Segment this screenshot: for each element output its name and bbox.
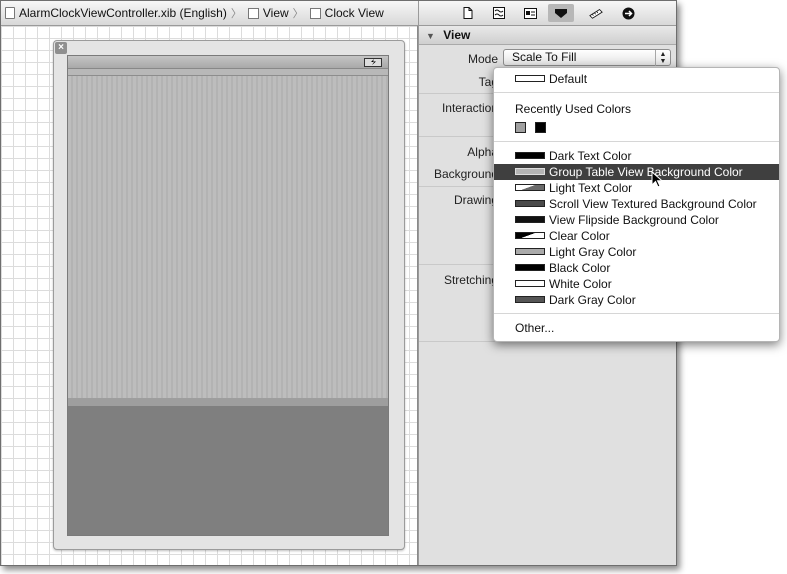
color-swatch: [515, 75, 545, 82]
menu-item-label: Light Gray Color: [549, 245, 637, 259]
menu-item-label: Dark Text Color: [549, 149, 632, 163]
drawing-label: Drawing: [453, 193, 498, 207]
battery-icon: [364, 58, 382, 67]
pinstripe-background: [68, 76, 388, 398]
bottom-area: [68, 406, 388, 535]
select-arrows-icon: ▲ ▼: [655, 50, 670, 66]
view-icon: [309, 7, 321, 19]
color-swatch: [515, 216, 545, 223]
section-header-view[interactable]: ▼ View: [419, 26, 676, 45]
jump-bar: AlarmClockViewController.xib (English) 〉…: [1, 1, 418, 26]
mode-value: Scale To Fill: [512, 50, 577, 64]
recent-color-swatch-black[interactable]: [535, 122, 546, 133]
recent-colors-heading: Recently Used Colors: [515, 102, 632, 116]
background-color-menu: Default Recently Used Colors Dark Text C…: [493, 67, 780, 342]
status-bar: [68, 56, 388, 69]
menu-item-label: Black Color: [549, 261, 611, 275]
breadcrumb-item-clock-view[interactable]: Clock View: [306, 1, 386, 26]
interaction-label: Interaction: [441, 101, 498, 115]
color-swatch: [515, 168, 545, 175]
breadcrumb-separator: 〉: [292, 8, 304, 20]
color-swatch: [515, 152, 545, 159]
color-swatch: [515, 184, 545, 191]
size-inspector-icon[interactable]: [589, 6, 603, 20]
menu-item-default[interactable]: Default: [494, 71, 779, 87]
close-icon[interactable]: ×: [55, 42, 67, 54]
color-swatch: [515, 280, 545, 287]
identity-inspector-icon[interactable]: [523, 6, 537, 20]
menu-item-other[interactable]: Other...: [515, 321, 554, 335]
recent-color-swatch-gray[interactable]: [515, 122, 526, 133]
breadcrumb-label: View: [262, 6, 289, 20]
menu-item-group-table-view-background-color[interactable]: Group Table View Background Color: [494, 164, 779, 180]
mouse-cursor-icon: [651, 171, 664, 188]
color-swatch: [515, 248, 545, 255]
breadcrumb-item-view[interactable]: View: [244, 1, 291, 26]
menu-item-view-flipside-background-color[interactable]: View Flipside Background Color: [494, 212, 779, 228]
menu-item-black-color[interactable]: Black Color: [494, 260, 779, 276]
menu-item-dark-text-color[interactable]: Dark Text Color: [494, 148, 779, 164]
menu-item-dark-gray-color[interactable]: Dark Gray Color: [494, 292, 779, 308]
color-swatch: [515, 264, 545, 271]
file-inspector-icon[interactable]: [461, 6, 475, 20]
menu-item-light-text-color[interactable]: Light Text Color: [494, 180, 779, 196]
menu-item-label: Light Text Color: [549, 181, 633, 195]
clock-view-screen[interactable]: [67, 55, 389, 536]
menu-separator: [494, 141, 779, 142]
background-label: Background: [433, 167, 498, 181]
menu-item-label: Default: [549, 72, 588, 86]
menu-item-label: View Flipside Background Color: [549, 213, 719, 227]
mode-label: Mode: [467, 52, 498, 66]
view-icon: [247, 7, 259, 19]
breadcrumb-label: AlarmClockViewController.xib (English): [19, 6, 227, 20]
menu-item-label: Dark Gray Color: [549, 293, 636, 307]
menu-item-label: Clear Color: [549, 229, 610, 243]
menu-separator: [494, 313, 779, 314]
breadcrumb-separator: 〉: [230, 8, 242, 20]
breadcrumb-label: Clock View: [324, 6, 384, 20]
disclosure-triangle-icon[interactable]: ▼: [426, 27, 435, 45]
menu-item-light-gray-color[interactable]: Light Gray Color: [494, 244, 779, 260]
section-title: View: [443, 28, 471, 42]
xib-file-icon: [5, 7, 15, 19]
color-swatch: [515, 200, 545, 207]
connections-inspector-icon[interactable]: [621, 6, 635, 20]
inspector-toolbar: [418, 1, 676, 26]
menu-separator: [494, 92, 779, 93]
attributes-inspector-icon[interactable]: [548, 4, 574, 22]
menu-item-label: Group Table View Background Color: [549, 165, 743, 179]
menu-item-scroll-view-textured-background-color[interactable]: Scroll View Textured Background Color: [494, 196, 779, 212]
menu-item-label: Scroll View Textured Background Color: [549, 197, 757, 211]
color-swatch: [515, 296, 545, 303]
quick-help-icon[interactable]: [492, 6, 506, 20]
menu-item-white-color[interactable]: White Color: [494, 276, 779, 292]
divider-strip: [68, 398, 388, 406]
mode-select[interactable]: Scale To Fill ▲ ▼: [503, 49, 671, 66]
breadcrumb-item-xib[interactable]: AlarmClockViewController.xib (English): [1, 1, 229, 26]
color-swatch: [515, 232, 545, 239]
menu-item-clear-color[interactable]: Clear Color: [494, 228, 779, 244]
nav-bar: [68, 69, 388, 76]
stretching-label: Stretching: [443, 273, 498, 287]
menu-item-label: White Color: [549, 277, 612, 291]
